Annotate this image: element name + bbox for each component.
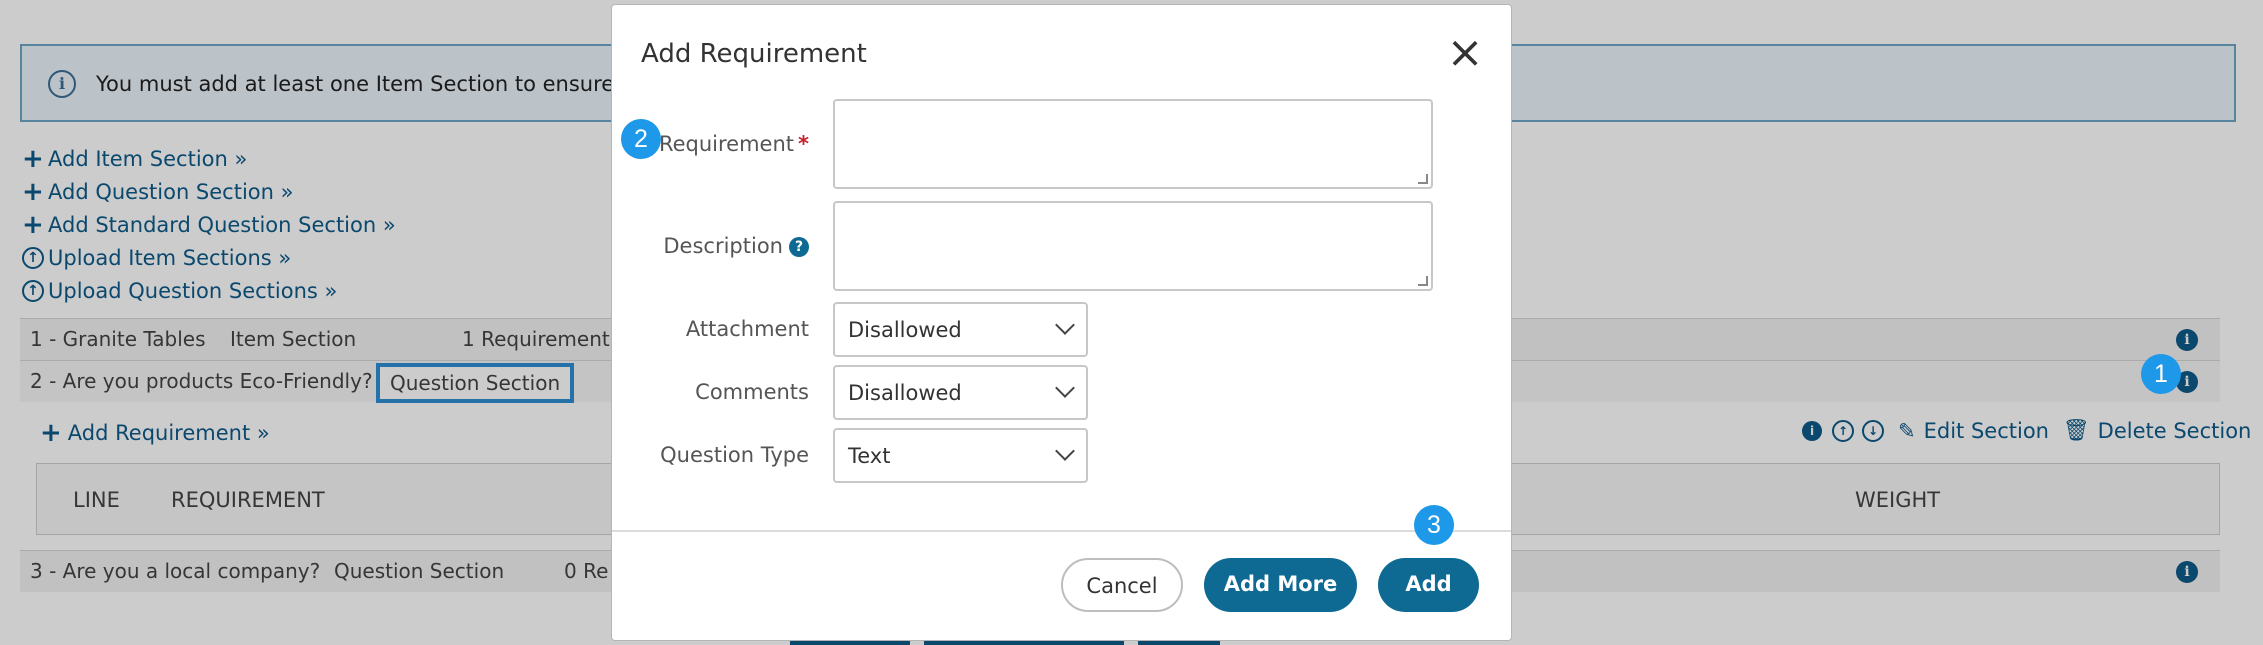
chevron-down-icon	[1055, 441, 1075, 461]
dialog-title: Add Requirement	[641, 39, 867, 69]
close-icon[interactable]: ×	[1444, 31, 1486, 75]
help-question-icon[interactable]: ?	[789, 237, 809, 257]
requirement-textarea[interactable]	[833, 99, 1433, 189]
add-button[interactable]: Add	[1378, 558, 1479, 612]
resize-handle-icon[interactable]	[1418, 174, 1428, 184]
description-textarea[interactable]	[833, 201, 1433, 291]
comments-label: Comments	[695, 380, 809, 404]
chevron-down-icon	[1055, 378, 1075, 398]
attachment-label: Attachment	[685, 317, 809, 341]
step-badge-1: 1	[2141, 354, 2181, 394]
description-label: Description?	[663, 234, 809, 258]
required-marker: *	[798, 132, 809, 156]
requirement-label: Requirement *	[658, 132, 809, 156]
comments-select[interactable]: Disallowed	[833, 365, 1088, 420]
add-requirement-dialog: Add Requirement × Requirement * Descripti…	[611, 4, 1512, 641]
attachment-select[interactable]: Disallowed	[833, 302, 1088, 357]
chevron-down-icon	[1055, 315, 1075, 335]
question-type-label: Question Type	[660, 443, 809, 467]
question-type-select[interactable]: Text	[833, 428, 1088, 483]
add-more-button[interactable]: Add More	[1204, 558, 1357, 612]
step-badge-2: 2	[621, 119, 661, 159]
resize-handle-icon[interactable]	[1418, 276, 1428, 286]
dialog-footer-divider	[612, 530, 1511, 532]
step-badge-3: 3	[1414, 505, 1454, 545]
cancel-button[interactable]: Cancel	[1061, 558, 1183, 612]
